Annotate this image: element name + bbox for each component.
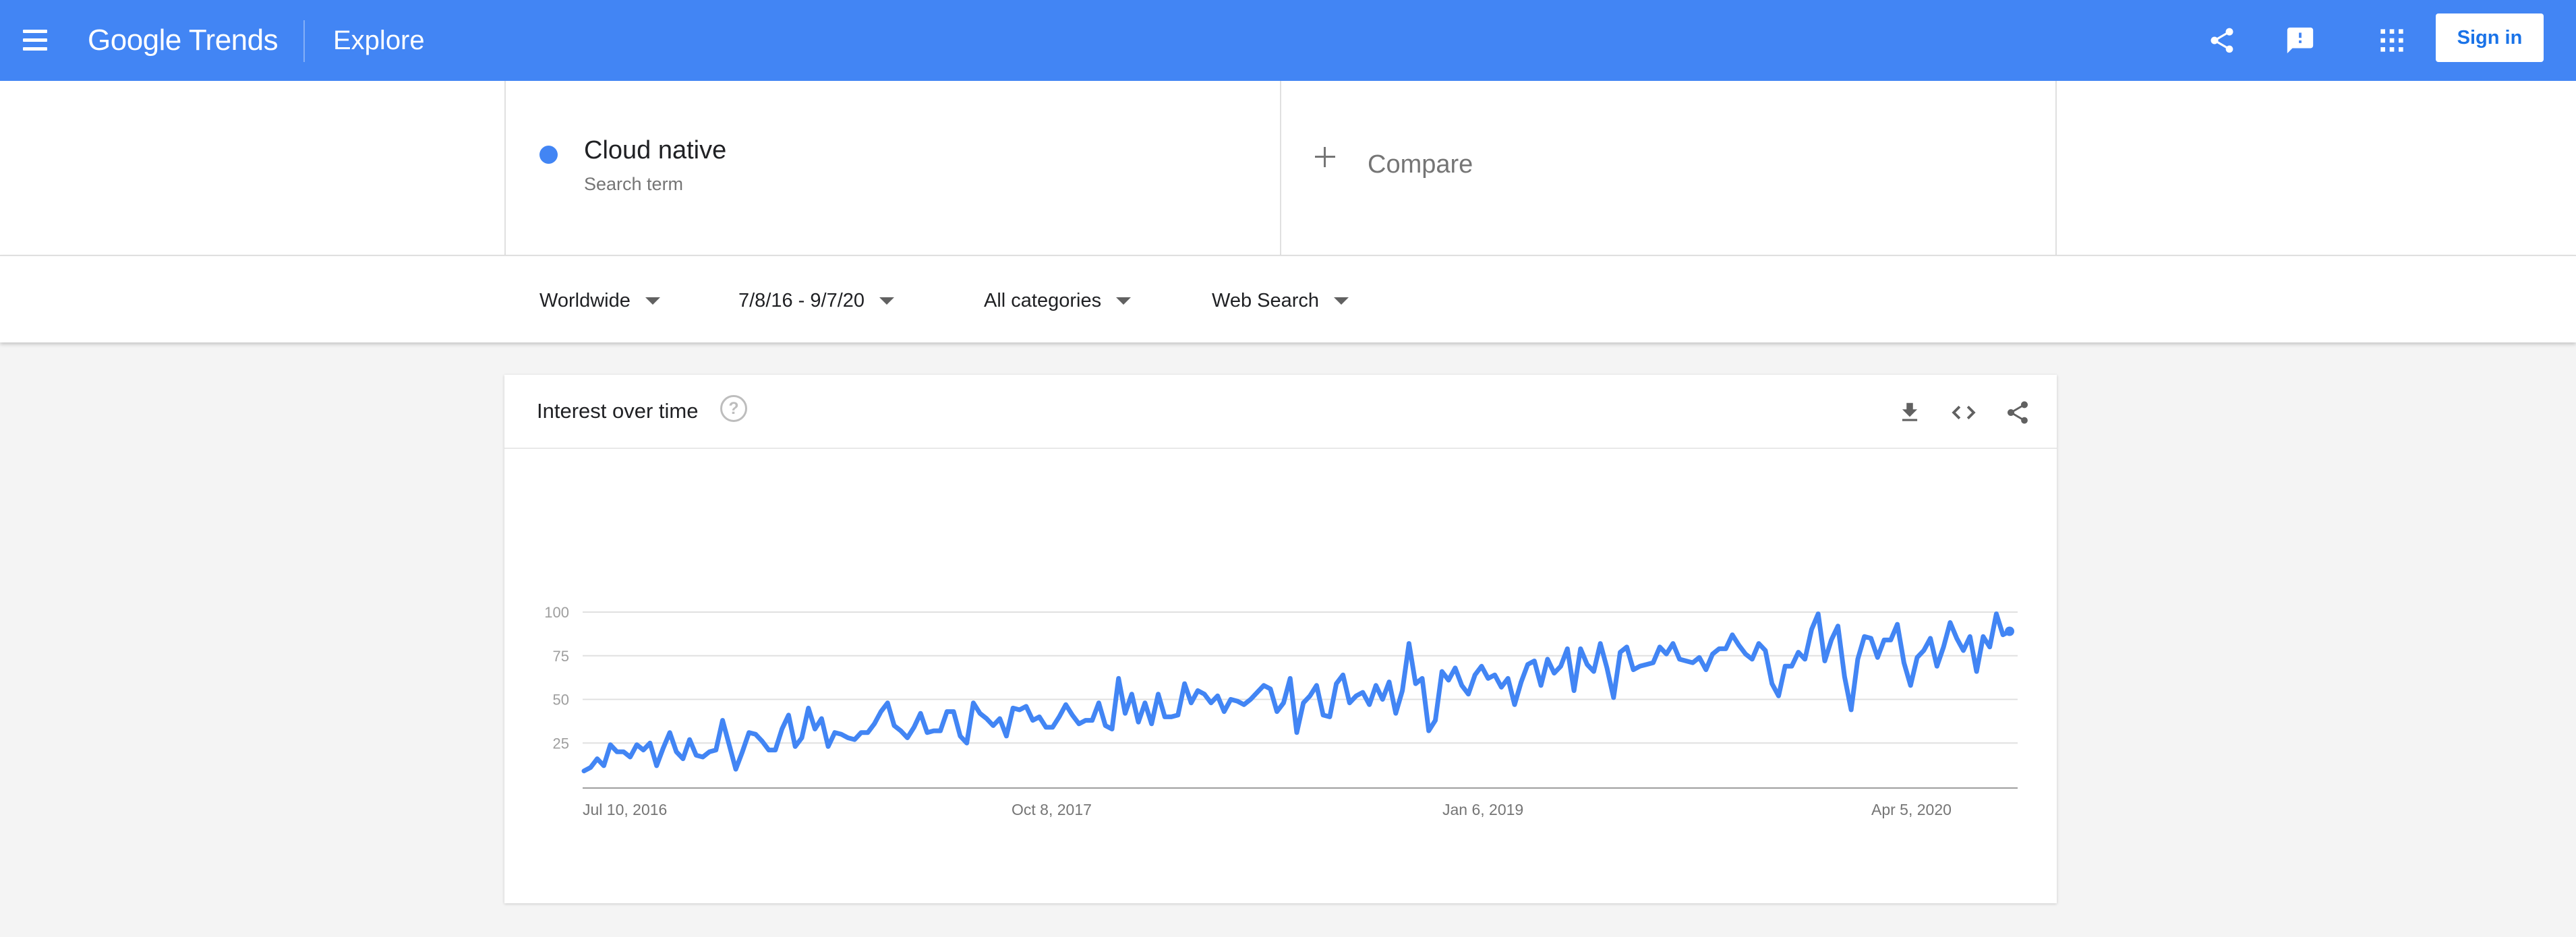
google-trends-logo[interactable]: Google Trends (88, 20, 279, 61)
card-header: Interest over time ? (504, 375, 2057, 449)
series-end-point[interactable] (2005, 626, 2014, 636)
card-title: Interest over time (537, 399, 699, 423)
x-tick-label: Jul 10, 2016 (583, 801, 667, 818)
y-tick-label: 50 (553, 692, 569, 708)
series-color-dot (539, 146, 558, 164)
y-tick-label: 100 (544, 604, 569, 621)
search-type-dropdown[interactable]: Web Search (1212, 287, 1349, 314)
app-header: Google Trends Explore Sign in (0, 0, 2576, 81)
category-dropdown[interactable]: All categories (984, 287, 1132, 314)
interest-line-chart[interactable]: 25 50 75 100 Jul 10, 2016 Oct 8, 2017 Jan 6, … (504, 449, 2057, 903)
x-tick-label: Oct 8, 2017 (1012, 801, 1092, 818)
x-tick-label: Apr 5, 2020 (1871, 801, 1952, 818)
filter-bar: Worldwide 7/8/16 - 9/7/20 All categories… (0, 255, 2576, 342)
x-tick-label: Jan 6, 2019 (1442, 801, 1523, 818)
chevron-down-icon (879, 297, 895, 305)
search-term-type: Search term (584, 174, 684, 194)
y-tick-label: 25 (553, 735, 569, 752)
share-icon[interactable] (2001, 396, 2034, 429)
search-type-value: Web Search (1212, 289, 1320, 311)
date-range-dropdown[interactable]: 7/8/16 - 9/7/20 (738, 287, 895, 314)
plus-icon (1315, 147, 1342, 177)
series-line-cloud-native[interactable] (581, 611, 2012, 774)
date-range-value: 7/8/16 - 9/7/20 (738, 289, 865, 311)
sign-in-button[interactable]: Sign in (2436, 13, 2544, 62)
feedback-icon[interactable] (2281, 22, 2319, 59)
header-divider (303, 20, 305, 62)
y-tick-label: 75 (553, 648, 569, 665)
search-terms-bar: Cloud native Search term Compare (0, 81, 2576, 255)
compare-label: Compare (1368, 150, 1473, 179)
region-value: Worldwide (539, 289, 631, 311)
share-icon[interactable] (2203, 22, 2241, 59)
help-icon[interactable]: ? (720, 395, 747, 422)
chevron-down-icon (1116, 297, 1132, 305)
download-icon[interactable] (1894, 396, 1926, 429)
embed-code-icon[interactable] (1948, 396, 1980, 429)
search-term-card[interactable]: Cloud native Search term (504, 81, 1281, 255)
chevron-down-icon (1334, 297, 1349, 305)
region-dropdown[interactable]: Worldwide (539, 287, 660, 314)
apps-icon[interactable] (2373, 22, 2411, 59)
interest-over-time-card: Interest over time ? 25 50 75 100 Jul 10, 2… (504, 375, 2057, 903)
category-value: All categories (984, 289, 1102, 311)
page-title: Explore (333, 26, 425, 55)
menu-icon[interactable] (19, 26, 51, 55)
chevron-down-icon (645, 297, 660, 305)
search-term-label[interactable]: Cloud native (584, 136, 726, 165)
compare-button[interactable]: Compare (1280, 81, 2057, 255)
